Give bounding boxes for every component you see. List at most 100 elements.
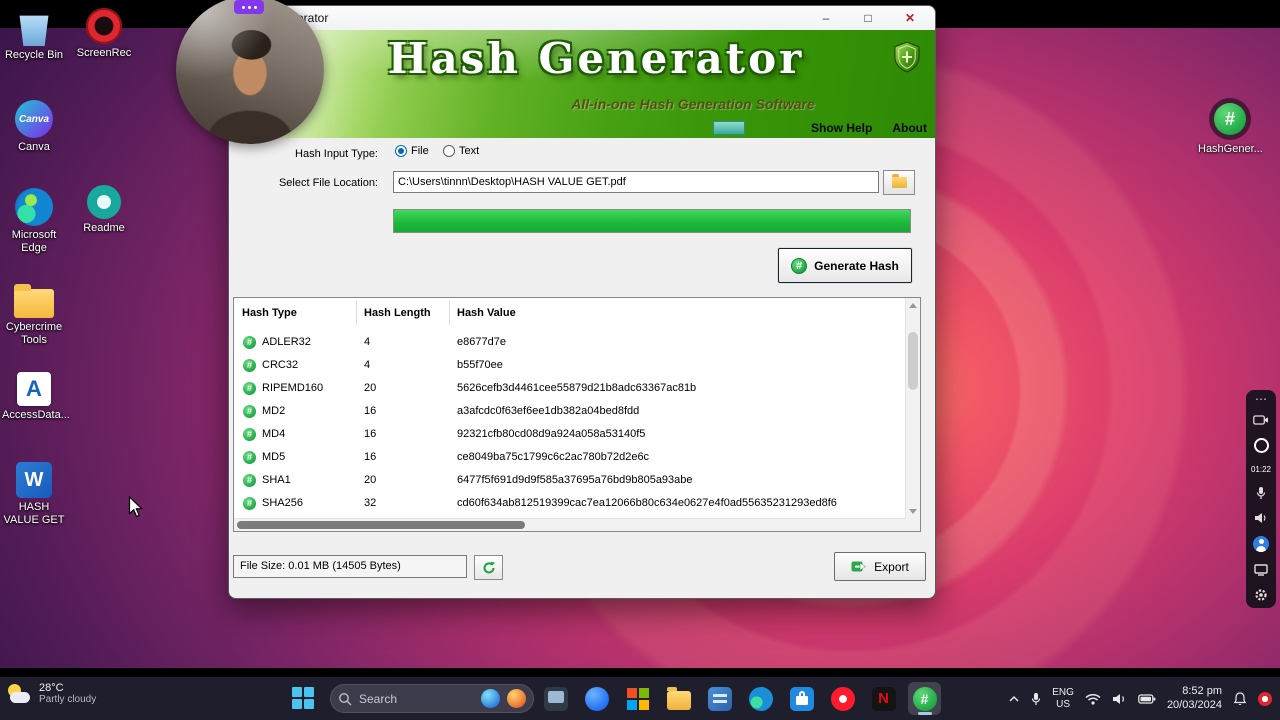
account-icon[interactable] <box>1246 536 1276 552</box>
desktop-icon-label: HASH VALUE GET <box>3 501 65 526</box>
speaker-icon[interactable] <box>1246 512 1276 524</box>
file-path-input[interactable] <box>393 171 879 193</box>
msg-icon <box>584 686 609 711</box>
app-banner: Hash Generator All-in-one Hash Generatio… <box>229 30 935 138</box>
scrollbar-thumb[interactable] <box>237 521 525 529</box>
desktop-icon-readme[interactable]: Readme <box>72 185 136 235</box>
maximize-button[interactable]: □ <box>847 6 889 30</box>
search-widget-icon[interactable] <box>507 689 526 708</box>
browse-button[interactable] <box>883 170 915 195</box>
desktop-icon-edge[interactable]: Microsoft Edge <box>2 188 66 254</box>
battery-icon[interactable] <box>1138 693 1156 704</box>
tray-mic-icon[interactable] <box>1031 692 1041 706</box>
gear-icon[interactable] <box>1246 588 1276 602</box>
hashgen-icon <box>912 686 937 711</box>
taskbar-apps <box>539 682 941 715</box>
scroll-down-icon[interactable] <box>906 504 920 518</box>
taskbar-app-netflix[interactable] <box>867 682 900 715</box>
taskbar-app-opera[interactable] <box>826 682 859 715</box>
scroll-up-icon[interactable] <box>906 298 920 312</box>
letterbox-bottom <box>0 668 1280 677</box>
hash-row-SHA256[interactable]: # SHA256 32 cd60f634ab812519399cac7ea12066b… <box>234 492 904 515</box>
language-switcher[interactable]: ENG US <box>1052 687 1074 710</box>
search-placeholder: Search <box>359 691 398 706</box>
desktop-icon-canva[interactable]: Canva <box>2 100 66 154</box>
notification-bell-icon[interactable] <box>1233 691 1247 706</box>
clock[interactable]: 8:52 pm 20/03/2024 <box>1167 685 1222 713</box>
hash-type-cell: SHA256 <box>262 497 303 509</box>
netflix-icon <box>871 686 896 711</box>
volume-icon[interactable] <box>1112 693 1127 705</box>
hash-row-CRC32[interactable]: # CRC32 4 b55f70ee <box>234 354 904 377</box>
export-label: Export <box>874 559 909 574</box>
window-controls: – □ ✕ <box>805 6 931 30</box>
screenrec-icon <box>86 8 122 44</box>
taskbar: 28°C Partly cloudy Search ENG US 8:52 pm <box>0 677 1280 720</box>
start-button[interactable] <box>292 687 314 709</box>
vertical-scrollbar[interactable] <box>905 298 920 531</box>
hash-row-RIPEMD160[interactable]: # RIPEMD160 20 5626cefb3d4461cee55879d21b8a… <box>234 377 904 400</box>
titlebar[interactable]: erator – □ ✕ <box>229 6 935 30</box>
hash-row-MD2[interactable]: # MD2 16 a3afcdc0f63ef6ee1db382a04bed8fdd <box>234 400 904 423</box>
scrollbar-thumb[interactable] <box>908 332 918 390</box>
generate-hash-button[interactable]: # Generate Hash <box>778 248 912 283</box>
export-button[interactable]: Export <box>834 552 926 581</box>
desktop-icon-label: Recycle Bin <box>4 49 64 61</box>
desktop-icon-hashgenerator[interactable]: # HashGener... <box>1198 98 1263 156</box>
desktop-icon-label: ScreenRec <box>76 47 132 59</box>
tray-chevron-icon[interactable] <box>1008 695 1020 703</box>
screen-recorder-toolbar: ⋯ 01:22 <box>1246 390 1276 608</box>
desktop-icon-label: Microsoft Edge <box>11 229 57 254</box>
minimize-button[interactable]: – <box>805 6 847 30</box>
webcam-overlay[interactable] <box>176 0 324 144</box>
desktop-icon-label: Canva <box>18 141 50 153</box>
hash-value-cell: 92321cfb80cd08d9a924a058a53140f5 <box>457 428 646 440</box>
weather-widget[interactable]: 28°C Partly cloudy <box>6 682 96 705</box>
text-radio[interactable]: Text <box>443 145 479 157</box>
hash-value-cell: e8677d7e <box>457 336 506 348</box>
taskbar-app-pc[interactable] <box>539 682 572 715</box>
record-icon[interactable] <box>1246 438 1276 453</box>
wifi-icon[interactable] <box>1085 693 1101 705</box>
desktop-icon-folder[interactable]: Cybercrime Tools <box>2 282 66 346</box>
desktop-icon-recycle[interactable]: Recycle Bin <box>2 8 66 62</box>
display-icon[interactable] <box>1246 564 1276 576</box>
desktop-icon-accessdata[interactable]: AccessData... <box>2 372 70 422</box>
language-region: US <box>1056 698 1071 710</box>
col-hash-length[interactable]: Hash Length <box>364 307 431 319</box>
hash-icon: # <box>243 428 256 441</box>
table-header: Hash Type Hash Length Hash Value <box>234 298 920 330</box>
taskbar-app-hashgen[interactable] <box>908 682 941 715</box>
col-hash-value[interactable]: Hash Value <box>457 307 516 319</box>
taskbar-app-msg[interactable] <box>580 682 613 715</box>
hash-row-SHA1[interactable]: # SHA1 20 6477f5f691d9d9f585a37695a76bd9b80… <box>234 469 904 492</box>
mic-icon[interactable] <box>1246 486 1276 500</box>
menu-show-help[interactable]: Show Help <box>811 121 872 135</box>
close-button[interactable]: ✕ <box>889 6 931 30</box>
search-widget-icon[interactable] <box>481 689 500 708</box>
taskbar-app-store[interactable] <box>785 682 818 715</box>
file-radio[interactable]: File <box>395 145 429 157</box>
hash-row-ADLER32[interactable]: # ADLER32 4 e8677d7e <box>234 331 904 354</box>
taskbar-app-code[interactable] <box>703 682 736 715</box>
taskbar-app-edgeb[interactable] <box>744 682 777 715</box>
hash-type-cell: RIPEMD160 <box>262 382 324 394</box>
taskbar-app-explorer[interactable] <box>662 682 695 715</box>
desktop-icon-word[interactable]: HASH VALUE GET <box>2 462 66 526</box>
refresh-button[interactable] <box>474 555 503 580</box>
webcam-menu-button[interactable] <box>234 0 264 14</box>
desktop-icon-screenrec[interactable]: ScreenRec <box>72 8 136 60</box>
desktop-icon-label: Readme <box>83 222 125 234</box>
screenrec-tray-icon[interactable] <box>1258 691 1272 706</box>
recorder-menu-icon[interactable]: ⋯ <box>1246 393 1276 405</box>
search-box[interactable]: Search <box>330 684 534 713</box>
hash-row-MD5[interactable]: # MD5 16 ce8049ba75c1799c6c2ac780b72d2e6c <box>234 446 904 469</box>
menu-about[interactable]: About <box>892 121 927 135</box>
col-hash-type[interactable]: Hash Type <box>242 307 297 319</box>
taskbar-app-office[interactable] <box>621 682 654 715</box>
horizontal-scrollbar[interactable] <box>234 518 906 531</box>
hash-row-MD4[interactable]: # MD4 16 92321cfb80cd08d9a924a058a53140f5 <box>234 423 904 446</box>
opera-icon <box>830 686 855 711</box>
camera-icon[interactable] <box>1246 414 1276 426</box>
hash-type-cell: MD5 <box>262 451 286 463</box>
